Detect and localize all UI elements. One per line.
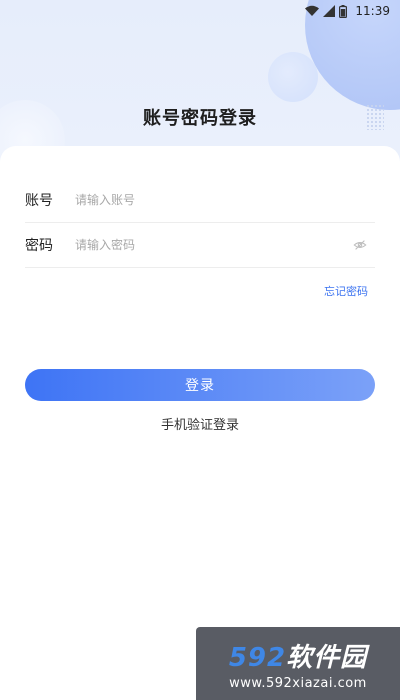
login-button[interactable]: 登录 [25, 369, 375, 401]
account-label: 账号 [25, 193, 53, 209]
watermark-digits: 592 [228, 642, 287, 673]
watermark-logo: 592软件园 www.592xiazai.com [196, 627, 400, 700]
signal-icon [323, 5, 336, 17]
password-row: 密码 [25, 223, 375, 268]
watermark-brand: 592软件园 [229, 637, 367, 674]
password-input[interactable] [75, 238, 353, 252]
forgot-password-link[interactable]: 忘记密码 [324, 283, 368, 299]
page-title: 账号密码登录 [143, 108, 257, 129]
watermark-url: www.592xiazai.com [229, 675, 367, 691]
battery-icon [339, 4, 348, 18]
account-row: 账号 [25, 178, 375, 223]
wifi-icon [305, 5, 320, 16]
watermark-name: 软件园 [286, 642, 368, 673]
password-label: 密码 [25, 238, 53, 254]
status-bar: 11:39 [0, 0, 400, 22]
eye-off-icon[interactable] [353, 238, 367, 252]
login-screen: 11:39 账号密码登录 账号 密码 忘记密码 登录 手机验证登录 592软件园… [0, 0, 400, 700]
decorative-bubble-small [268, 52, 318, 102]
sms-login-link[interactable]: 手机验证登录 [0, 414, 400, 433]
status-time: 11:39 [355, 4, 390, 18]
account-input[interactable] [75, 193, 375, 207]
